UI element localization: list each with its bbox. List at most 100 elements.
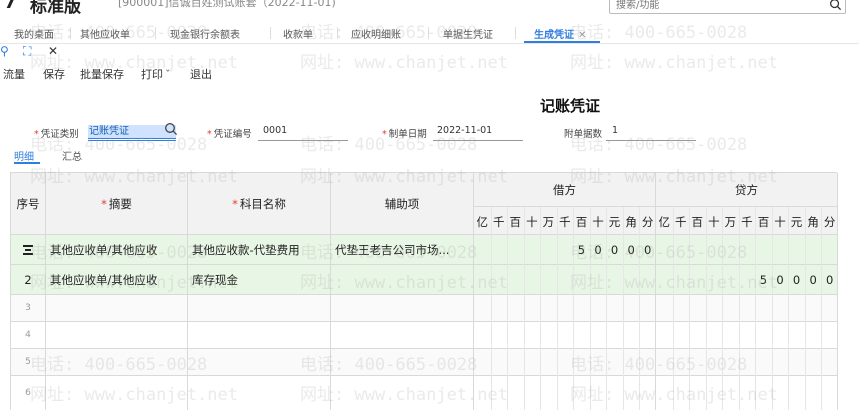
amount-digit: 0 xyxy=(594,243,602,257)
row-2-credit[interactable]: 50000 xyxy=(656,265,838,295)
chevron-down-icon: ˇ xyxy=(165,68,171,81)
col-header-summary-text: 摘要 xyxy=(108,196,132,211)
row-6-seq: 6 xyxy=(11,376,46,410)
app-title: 标准版 xyxy=(30,0,81,17)
row-2-aux[interactable] xyxy=(331,265,474,295)
row-4-account[interactable] xyxy=(188,322,331,349)
row-1-debit[interactable]: 50000 xyxy=(474,235,656,265)
row-6-aux[interactable] xyxy=(331,376,474,410)
amount-digit: 0 xyxy=(825,273,834,287)
voucher-type-label: * 凭证类别 xyxy=(34,129,79,140)
digit-guide xyxy=(490,207,492,410)
tab-other-receivable[interactable]: 其他应收单 xyxy=(80,26,130,41)
digit-guide xyxy=(622,207,624,410)
row-2-account[interactable]: 库存现金 xyxy=(188,265,331,295)
tab-desktop[interactable]: 我的桌面 xyxy=(14,26,54,41)
row-6-debit[interactable] xyxy=(474,376,656,410)
watermark: 网址: www.chanjet.net xyxy=(300,53,508,73)
row-2-debit[interactable] xyxy=(474,265,656,295)
print-button[interactable]: 打印 ˇ xyxy=(141,66,171,82)
active-tab-indicator xyxy=(524,41,600,43)
row-2-summary[interactable]: 其他应收单/其他应收 xyxy=(46,265,188,295)
row-6-credit[interactable] xyxy=(656,376,838,410)
attachment-count-label: 附单据数 xyxy=(564,129,603,140)
row-1-summary[interactable]: 其他应收单/其他应收 xyxy=(46,235,188,265)
col-header-aux: 辅助项 xyxy=(331,173,474,235)
row-1-account[interactable]: 其他应收款-代垫费用 xyxy=(188,235,331,265)
col-header-seq: 序号 xyxy=(11,173,46,235)
money-unit-3: 十 xyxy=(526,215,538,229)
row-1-credit[interactable] xyxy=(656,235,838,265)
money-unit-5: 千 xyxy=(741,215,753,229)
row-5-debit[interactable] xyxy=(474,349,656,376)
watermark: 网址: www.chanjet.net xyxy=(570,53,778,73)
row-6-summary[interactable] xyxy=(46,376,188,410)
save-button[interactable]: 保存 xyxy=(43,66,65,82)
row-5-credit[interactable] xyxy=(656,349,838,376)
insert-row-icon[interactable] xyxy=(22,244,34,256)
voucher-number-label: * 凭证编号 xyxy=(207,129,252,140)
tab-receipt[interactable]: 收款单 xyxy=(283,26,313,41)
tab-doc-to-voucher[interactable]: 单据生凭证 xyxy=(443,26,493,41)
col-header-credit: 贷方 xyxy=(656,173,838,207)
digit-guide xyxy=(722,207,724,410)
row-4-summary[interactable] xyxy=(46,322,188,349)
row-4-aux[interactable] xyxy=(331,322,474,349)
batch-save-button[interactable]: 批量保存 xyxy=(80,66,124,82)
money-unit-9: 角 xyxy=(625,215,637,229)
subtab-summary[interactable]: 汇总 xyxy=(62,148,82,163)
close-icon[interactable]: ✕ xyxy=(48,44,58,58)
row-3-aux[interactable] xyxy=(331,295,474,322)
row-3-credit[interactable] xyxy=(656,295,838,322)
row-6-account[interactable] xyxy=(188,376,331,410)
row-5-seq-text: 5 xyxy=(25,357,31,367)
tab-bar: 我的桌面 其他应收单 现金银行余额表 收款单 应收明细账 单据生凭证 生成凭证 ✕ xyxy=(0,24,859,44)
search-icon[interactable] xyxy=(829,0,842,11)
voucher-title: 记账凭证 xyxy=(540,97,601,115)
row-3-summary[interactable] xyxy=(46,295,188,322)
row-4-debit[interactable] xyxy=(474,322,656,349)
cash-flow-button[interactable]: 流量 xyxy=(3,66,25,82)
digit-guide xyxy=(771,207,773,410)
row-5-summary[interactable] xyxy=(46,349,188,376)
voucher-number-field[interactable]: 0001 xyxy=(263,125,287,136)
app-logo: 7 xyxy=(4,0,17,13)
digit-guide xyxy=(705,207,707,410)
row-5-account[interactable] xyxy=(188,349,331,376)
row-3-account[interactable] xyxy=(188,295,331,322)
amount-digit: 0 xyxy=(610,243,619,257)
row-2-seq: 2 xyxy=(11,265,46,295)
zoom-search-icon[interactable]: ⚲ xyxy=(0,44,9,58)
row-3-debit[interactable] xyxy=(474,295,656,322)
tab-receivable-detail[interactable]: 应收明细账 xyxy=(351,26,401,41)
search-input[interactable] xyxy=(616,0,816,12)
tab-generate-voucher[interactable]: 生成凭证 ✕ xyxy=(534,26,586,41)
row-4-credit[interactable] xyxy=(656,322,838,349)
tab-cash-bank-balance[interactable]: 现金银行余额表 xyxy=(170,26,240,41)
lookup-icon[interactable] xyxy=(164,122,178,136)
tab-close-icon[interactable]: ✕ xyxy=(578,30,586,41)
account-info: [900001]信诚百姓测试账套（2022-11-01) xyxy=(118,0,336,9)
money-unit-8: 元 xyxy=(608,215,621,229)
row-5-aux[interactable] xyxy=(331,349,474,376)
entry-date-field[interactable]: 2022-11-01 xyxy=(437,125,492,136)
money-unit-10: 分 xyxy=(641,215,654,229)
voucher-type-field[interactable]: 记账凭证 xyxy=(88,125,176,139)
money-unit-3: 十 xyxy=(708,215,720,229)
exit-button[interactable]: 退出 xyxy=(190,66,212,82)
tab-generate-voucher-label: 生成凭证 xyxy=(534,30,574,41)
money-unit-7: 十 xyxy=(592,215,604,229)
col-header-debit: 借方 xyxy=(474,173,656,207)
global-search[interactable] xyxy=(609,0,846,14)
attachment-count-field[interactable]: 1 xyxy=(612,125,618,136)
digit-guide xyxy=(507,207,509,410)
amount-digit: 5 xyxy=(577,243,586,257)
row-1-seq[interactable] xyxy=(11,235,46,265)
fullscreen-icon[interactable]: ⛶ xyxy=(23,44,31,59)
amount-digit: 5 xyxy=(759,273,768,287)
digit-guide xyxy=(573,207,575,410)
subtab-detail[interactable]: 明细 xyxy=(14,148,34,163)
money-unit-1: 千 xyxy=(674,215,687,229)
money-unit-4: 万 xyxy=(724,215,737,229)
row-1-aux[interactable]: 代垫王老吉公司市场... xyxy=(331,235,474,265)
